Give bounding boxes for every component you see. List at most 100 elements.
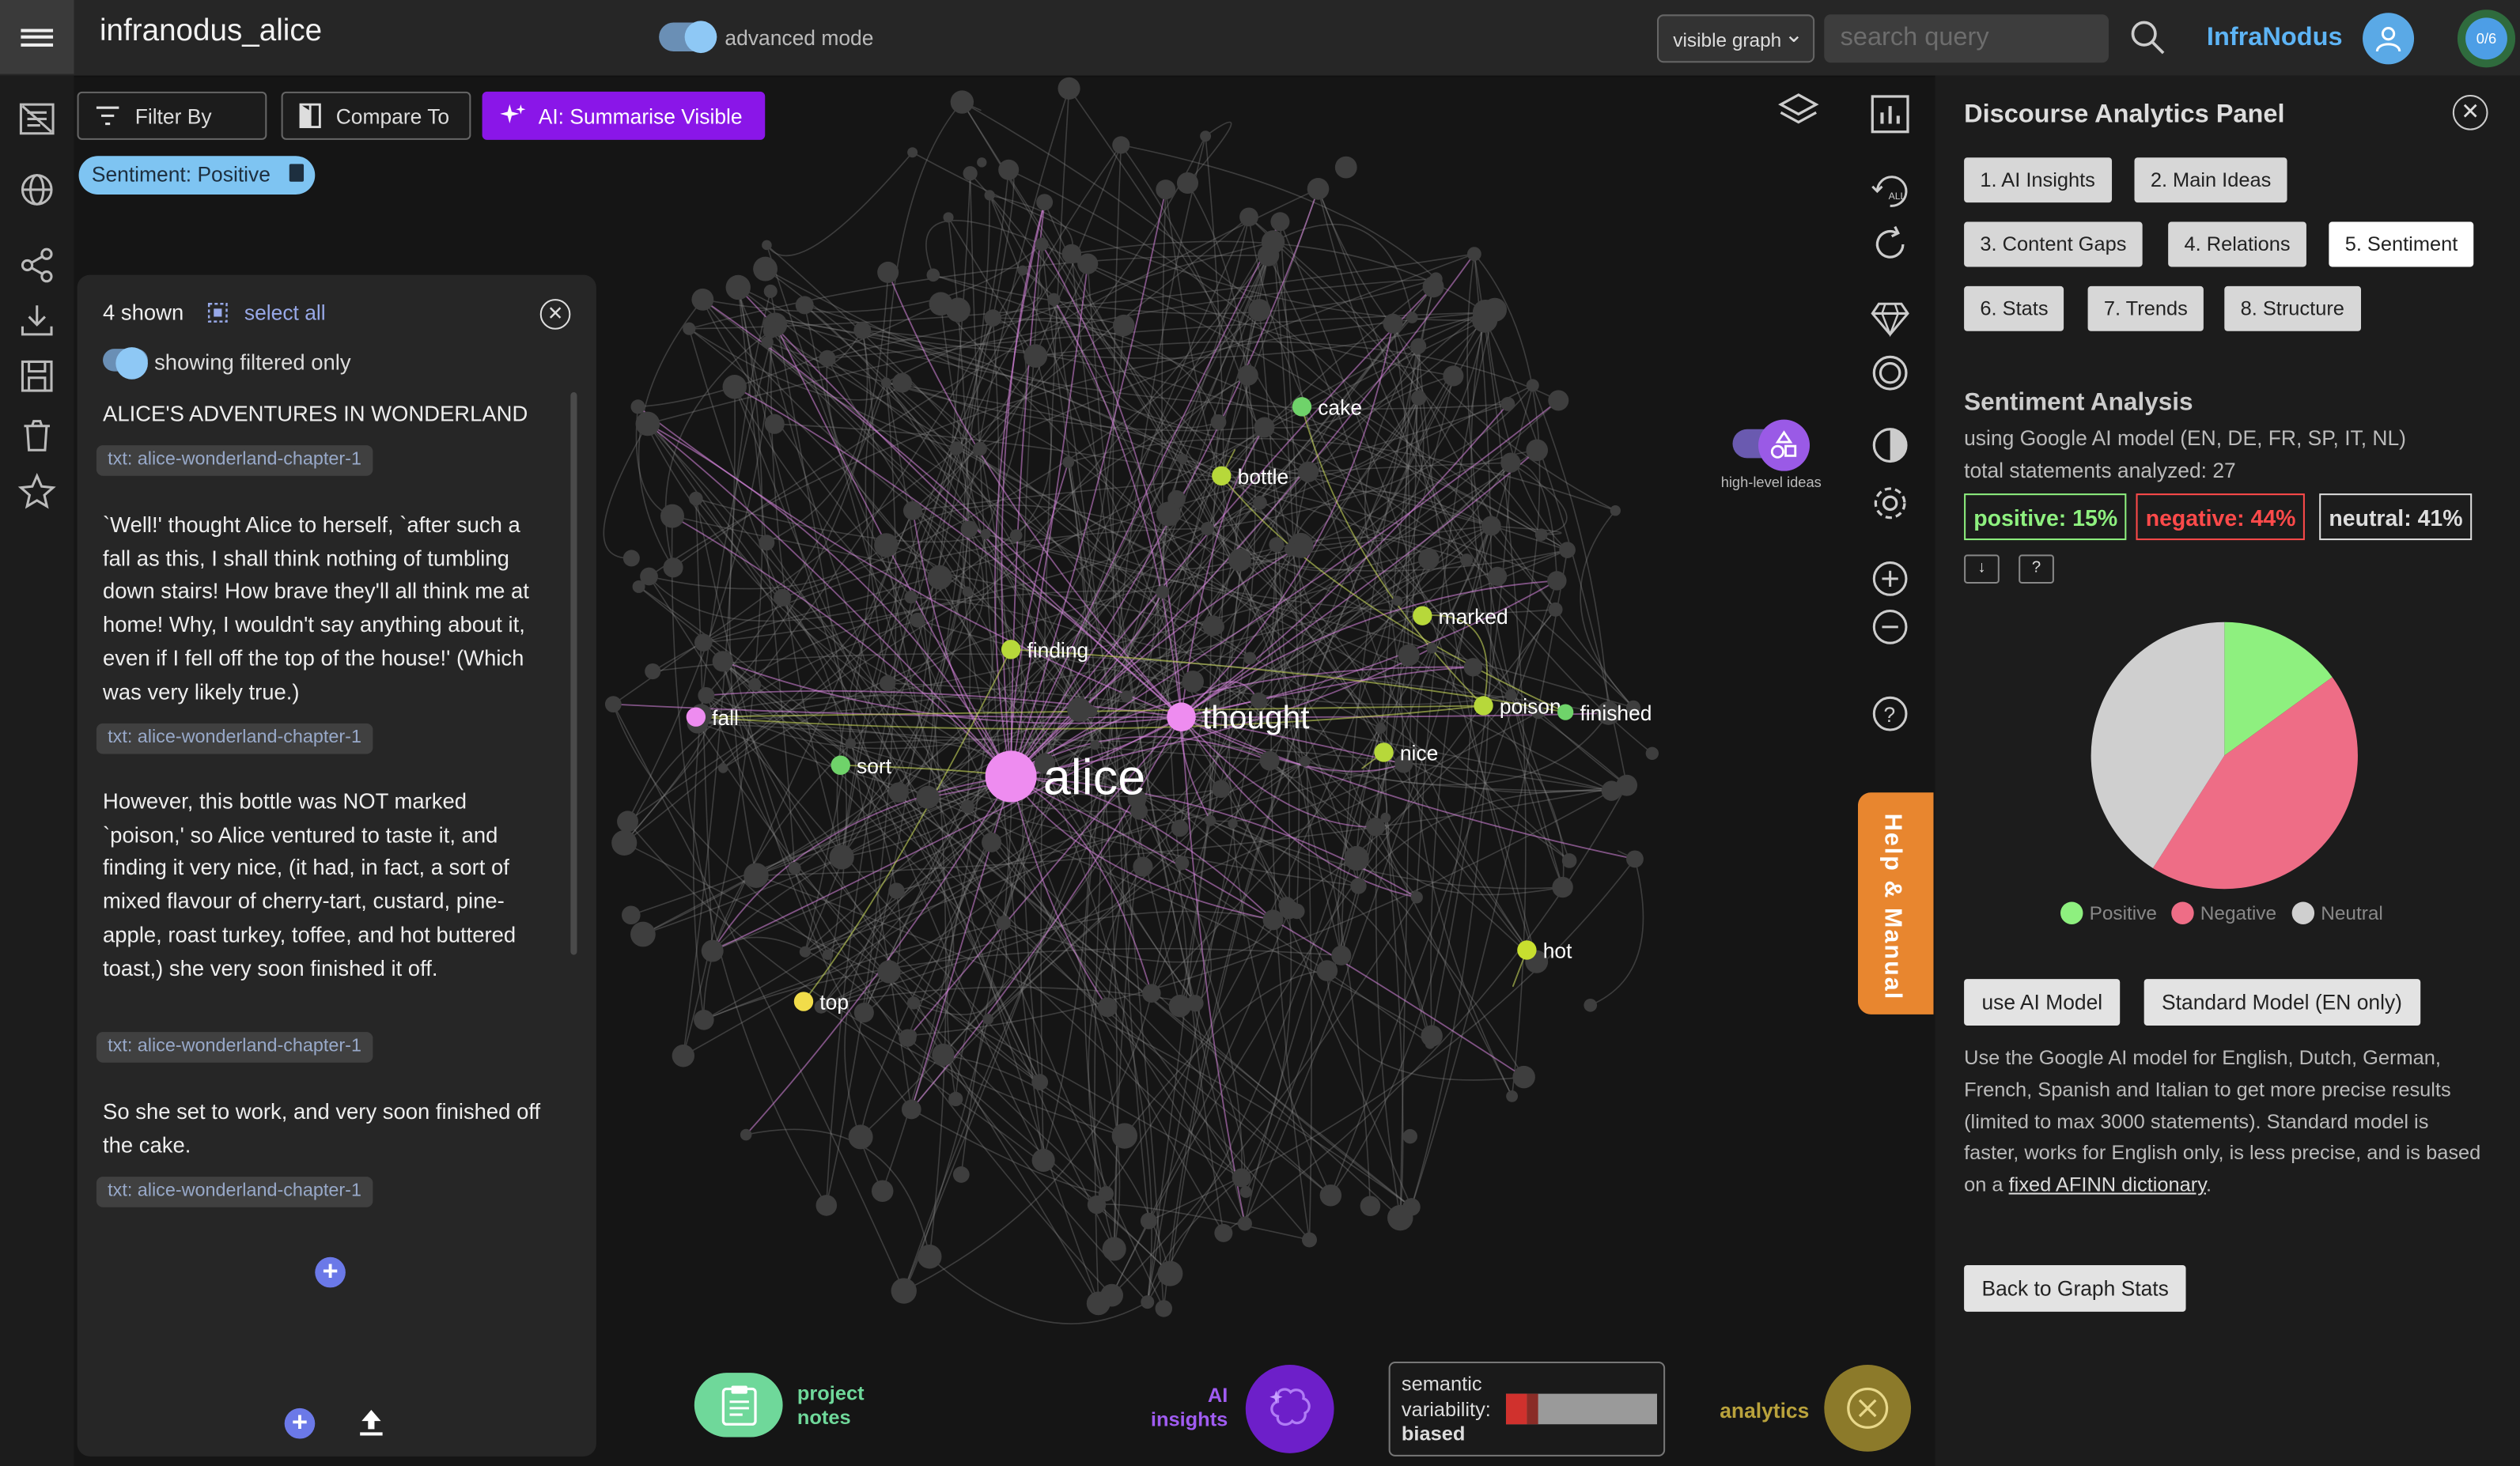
graph-node[interactable] [932,1043,955,1067]
graph-node[interactable] [1269,537,1285,553]
graph-node[interactable] [848,1124,873,1150]
graph-node[interactable] [1406,312,1418,323]
graph-node[interactable] [645,663,661,680]
graph-node[interactable] [1155,1300,1173,1317]
select-all-link[interactable]: select all [244,300,326,324]
tab-relations[interactable]: 4. Relations [2168,221,2306,267]
graph-node[interactable] [1616,774,1638,796]
advanced-mode-toggle[interactable] [659,21,717,54]
graph-node-label-sort[interactable]: sort [857,754,892,778]
graph-node-finished[interactable] [1557,704,1574,720]
graph-node-nice[interactable] [1374,742,1394,762]
graph-node[interactable] [725,274,751,300]
graph-node[interactable] [694,1009,714,1030]
graph-node[interactable] [1626,850,1644,868]
globe-icon[interactable] [17,170,56,209]
download-sentiment-button[interactable]: ↓ [1964,554,2000,584]
graph-node[interactable] [984,309,1002,327]
graph-node[interactable] [722,375,747,399]
semantic-variability-widget[interactable]: semantic variability: biased [1388,1361,1666,1457]
graph-node[interactable] [672,1045,695,1067]
graph-node[interactable] [617,810,639,833]
graph-node[interactable] [1548,602,1563,617]
tab-main-ideas[interactable]: 2. Main Ideas [2134,157,2287,203]
graph-node[interactable] [1410,338,1427,354]
graph-node[interactable] [1253,495,1267,510]
graph-node[interactable] [1481,516,1501,536]
statement-text[interactable]: ALICE'S ADVENTURES IN WONDERLAND [103,399,553,432]
graph-node[interactable] [698,686,715,704]
graph-node[interactable] [1113,314,1135,337]
graph-node[interactable] [1186,995,1204,1012]
graph-node[interactable] [1261,230,1285,254]
layers-icon[interactable] [1777,90,1819,132]
graph-node[interactable] [660,504,685,528]
graph-node[interactable] [1526,439,1549,462]
graph-node-label-poison[interactable]: poison [1500,695,1561,719]
graph-node[interactable] [1552,876,1573,898]
graph-node[interactable] [1120,690,1133,703]
graph-node[interactable] [799,946,812,958]
graph-node[interactable] [1561,853,1577,868]
graph-node[interactable] [963,166,978,181]
graph-node[interactable] [1319,1184,1342,1207]
graph-node[interactable] [1205,815,1216,826]
graph-node[interactable] [1402,1128,1418,1144]
select-all-icon[interactable] [207,302,228,323]
graph-node-alice[interactable] [985,750,1037,803]
graph-node[interactable] [902,501,922,520]
text-editor-icon[interactable] [17,100,56,138]
trash-icon[interactable] [17,417,56,455]
zoom-in-icon[interactable] [1869,557,1911,599]
graph-node[interactable] [819,349,836,367]
reset-all-icon[interactable]: ALL [1869,170,1911,212]
graph-node[interactable] [1500,452,1521,473]
standard-model-button[interactable]: Standard Model (EN only) [2144,979,2420,1026]
add-statement-icon[interactable]: + [315,1256,346,1288]
graph-node-top[interactable] [793,992,814,1011]
graph-node[interactable] [1383,313,1403,334]
graph-node[interactable] [763,284,778,298]
graph-node[interactable] [744,863,769,888]
graph-node[interactable] [774,588,792,606]
tab-content-gaps[interactable]: 3. Content Gaps [1964,221,2143,267]
graph-node[interactable] [918,1245,942,1269]
graph-node[interactable] [1085,705,1098,718]
graph-node-label-alice[interactable]: alice [1043,750,1146,805]
graph-node[interactable] [1017,265,1028,276]
user-avatar-icon[interactable] [2363,13,2415,65]
graph-node-fall[interactable] [686,707,706,727]
graph-node[interactable] [1289,903,1305,920]
graph-node[interactable] [1548,390,1569,411]
graph-node[interactable] [1472,307,1498,333]
graph-node[interactable] [948,1091,963,1107]
graph-node[interactable] [1202,615,1224,637]
graph-node-label-fall[interactable]: fall [712,706,739,730]
graph-node[interactable] [1392,595,1403,606]
graph-node[interactable] [1175,856,1190,871]
graph-node[interactable] [888,882,905,899]
graph-node-label-cake[interactable]: cake [1318,396,1362,420]
statement-tag[interactable]: txt: alice-wonderland-chapter-1 [96,723,373,754]
close-panel-icon[interactable]: ✕ [539,299,571,330]
graph-node[interactable] [1214,1223,1233,1242]
graph-node[interactable] [1380,812,1391,823]
help-icon[interactable]: ? [1869,693,1911,735]
graph-node[interactable] [795,296,814,315]
graph-node[interactable] [853,321,872,339]
graph-node[interactable] [1102,1237,1126,1261]
graph-node[interactable] [701,939,724,962]
project-notes-label[interactable]: project notes [797,1382,865,1430]
graph-node-label-finished[interactable]: finished [1580,701,1652,725]
graph-node[interactable] [1031,1074,1049,1090]
graph-node[interactable] [1111,1123,1138,1149]
graph-node[interactable] [977,157,987,168]
graph-node[interactable] [1157,1260,1183,1287]
graph-node[interactable] [1248,299,1271,322]
graph-node[interactable] [683,322,696,335]
graph-node[interactable] [1047,293,1061,306]
graph-node[interactable] [1201,522,1215,536]
graph-node[interactable] [901,1099,921,1120]
graph-node[interactable] [1559,542,1576,558]
ai-insights-label[interactable]: AI insights [1151,1384,1228,1432]
